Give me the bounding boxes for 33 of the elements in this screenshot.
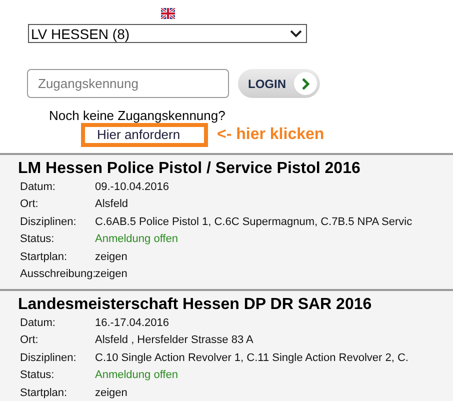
chevron-down-icon [290,30,302,38]
field-value: 09.-10.04.2016 [95,180,170,194]
field-value: C.10 Single Action Revolver 1, C.11 Single Action Revolver 2, C. [95,350,408,365]
event-title: LM Hessen Police Pistol / Service Pistol 2016 [18,159,362,178]
field-label: Startplan: [20,250,68,264]
show-link[interactable]: zeigen [95,267,128,282]
field-value: C.6AB.5 Police Pistol 1, C.6C Supermagnum, C.7B.5 NPA Servic [95,214,412,229]
field-label: Datum: [20,180,56,194]
field-label: Disziplinen: [20,350,78,365]
field-label: Datum: [20,316,56,330]
status-text: Anmeldung offen [95,368,178,382]
region-select[interactable]: LV HESSEN (8) [28,24,307,43]
field-value: Alsfeld , Hersfelder Strasse 83 A [95,333,254,348]
field-value: Alsfeld [95,197,128,212]
uk-flag-icon[interactable] [161,8,175,19]
click-hint: <- hier klicken [217,126,324,144]
chevron-right-icon [301,78,310,90]
no-access-question: Noch keine Zugangskennung? [49,108,226,123]
field-label: Status: [20,232,56,246]
field-value: 16.-17.04.2016 [95,316,170,330]
field-label: Ausschreibung: [20,267,95,282]
field-label: Startplan: [20,386,68,400]
show-link[interactable]: zeigen [95,250,128,264]
field-label: Ort: [20,197,40,212]
access-code-field[interactable]: Zugangskennung [27,69,229,98]
login-button[interactable]: LOGIN [238,69,320,98]
field-label: Disziplinen: [20,214,78,229]
event-title: Landesmeisterschaft Hessen DP DR SAR 2016 [18,295,373,314]
request-link[interactable]: Hier anfordern [81,123,208,147]
status-text: Anmeldung offen [95,232,178,246]
field-label: Status: [20,368,56,382]
show-link[interactable]: zeigen [95,386,128,400]
field-label: Ort: [20,333,40,348]
